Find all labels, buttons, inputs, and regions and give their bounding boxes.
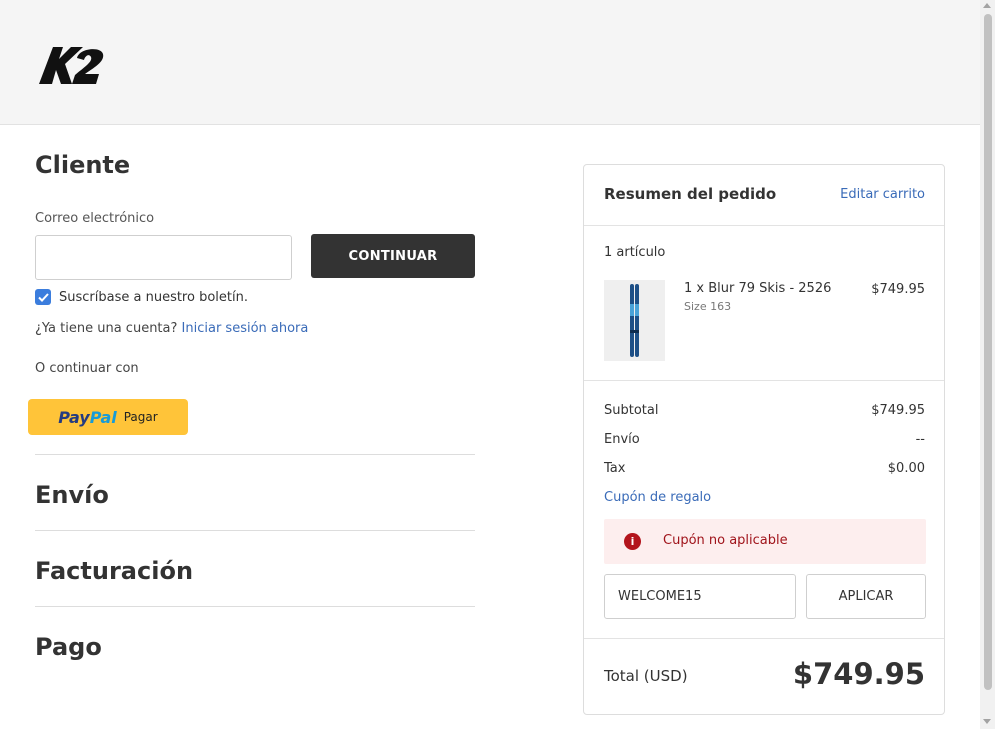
newsletter-checkbox[interactable] [35, 289, 51, 305]
account-prompt: ¿Ya tiene una cuenta? Iniciar sesión aho… [35, 321, 308, 336]
customer-title: Cliente [35, 151, 131, 179]
item-count: 1 artículo [604, 245, 666, 260]
gift-coupon-link[interactable]: Cupón de regalo [604, 490, 711, 505]
tax-label: Tax [604, 461, 626, 476]
continue-button[interactable]: CONTINUAR [311, 234, 475, 278]
shipping-label: Envío [604, 432, 640, 447]
page-scrollbar[interactable] [980, 0, 995, 729]
shipping-title[interactable]: Envío [35, 481, 109, 509]
product-thumbnail [604, 280, 665, 361]
section-divider [35, 454, 475, 455]
item-price: $749.95 [871, 282, 925, 297]
k2-logo[interactable] [39, 44, 105, 86]
tax-value: $0.00 [887, 461, 925, 476]
scroll-up-arrow-icon[interactable] [983, 3, 991, 8]
shipping-value: -- [915, 432, 925, 447]
coupon-error-message: Cupón no aplicable [663, 533, 788, 548]
newsletter-option[interactable]: Suscríbase a nuestro boletín. [35, 289, 248, 305]
total-value: $749.95 [792, 657, 925, 691]
account-question: ¿Ya tiene una cuenta? [35, 321, 178, 336]
billing-title[interactable]: Facturación [35, 557, 193, 585]
error-info-icon: i [624, 533, 641, 550]
email-label: Correo electrónico [35, 211, 155, 226]
total-label: Total (USD) [604, 667, 688, 685]
section-divider [35, 530, 475, 531]
scrollbar-thumb[interactable] [984, 14, 992, 690]
checkmark-icon [37, 292, 49, 302]
edit-cart-link[interactable]: Editar carrito [840, 187, 925, 202]
paypal-logo: PayPal [58, 408, 116, 427]
paypal-logo-pay: Pay [58, 407, 90, 427]
subtotal-label: Subtotal [604, 403, 659, 418]
item-size: Size 163 [684, 300, 732, 313]
paypal-label: Pagar [123, 410, 158, 424]
coupon-input[interactable] [604, 574, 796, 619]
login-link[interactable]: Iniciar sesión ahora [182, 321, 309, 336]
paypal-logo-pal: Pal [89, 407, 117, 427]
summary-divider [584, 380, 944, 381]
skis-image [630, 284, 639, 357]
scroll-down-arrow-icon[interactable] [983, 719, 991, 724]
section-divider [35, 606, 475, 607]
or-continue-text: O continuar con [35, 361, 139, 376]
newsletter-label: Suscríbase a nuestro boletín. [59, 289, 248, 305]
item-name: 1 x Blur 79 Skis - 2526 [684, 281, 832, 296]
paypal-button[interactable]: PayPal Pagar [28, 399, 188, 435]
summary-title: Resumen del pedido [604, 185, 777, 203]
email-field[interactable] [35, 235, 292, 280]
payment-title[interactable]: Pago [35, 633, 102, 661]
subtotal-value: $749.95 [871, 403, 925, 418]
summary-divider [584, 225, 944, 226]
summary-divider [584, 638, 944, 639]
site-header [0, 0, 980, 125]
order-summary: Resumen del pedido Editar carrito 1 artí… [583, 164, 945, 715]
coupon-error-alert: i Cupón no aplicable [604, 519, 926, 564]
apply-coupon-button[interactable]: APLICAR [806, 574, 926, 619]
